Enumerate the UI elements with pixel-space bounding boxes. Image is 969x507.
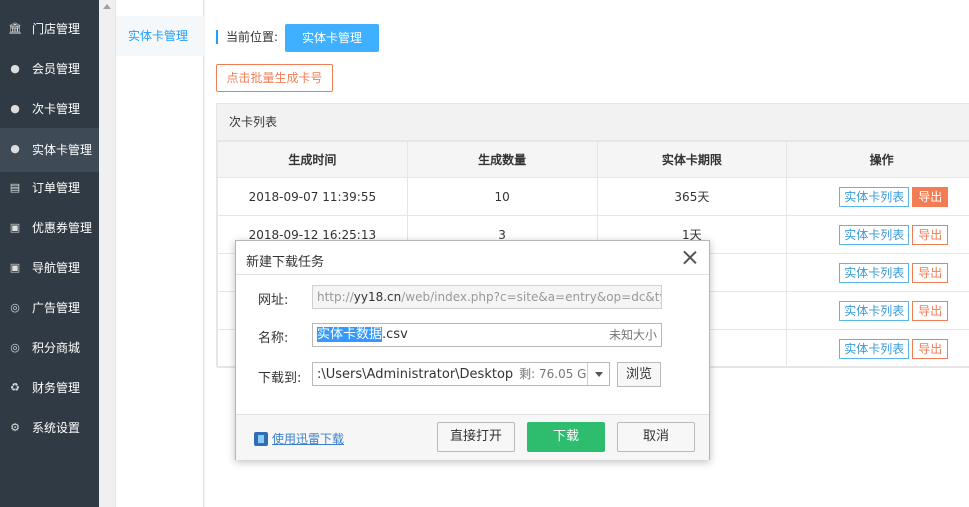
- column-header: 操作: [786, 141, 969, 178]
- breadcrumb: 当前位置:: [216, 30, 278, 44]
- thunder-label: 使用迅雷下载: [272, 432, 345, 446]
- free-space: 剩: 76.05 GB: [519, 367, 595, 381]
- download-dialog: 新建下载任务 网址: http://yy18.cn/web/index.php?…: [235, 240, 710, 460]
- cell-ops: 实体卡列表 导出: [786, 253, 969, 292]
- sidebar-item-label: 次卡管理: [32, 102, 81, 116]
- user-icon: ●: [10, 62, 20, 75]
- browse-button[interactable]: 浏览: [617, 362, 661, 387]
- user-icon: ●: [10, 142, 20, 155]
- export-button[interactable]: 导出: [912, 224, 949, 245]
- coupon-icon: ▣: [9, 261, 21, 274]
- sidebar-item-points-mall[interactable]: ◎ 积分商城: [0, 332, 99, 372]
- breadcrumb-label: 当前位置:: [226, 30, 279, 44]
- download-button[interactable]: 下载: [527, 422, 605, 452]
- thunder-icon: [254, 431, 268, 446]
- coupon-icon: ▣: [9, 221, 21, 234]
- sidebar-item-label: 会员管理: [32, 62, 81, 76]
- file-size: 未知大小: [608, 328, 657, 342]
- sidebar-item-settings[interactable]: ⚙ 系统设置: [0, 412, 99, 452]
- sidebar-item-label: 系统设置: [32, 421, 81, 435]
- sidebar-item-orders[interactable]: ▤ 订单管理: [0, 172, 99, 212]
- dialog-footer: 使用迅雷下载 直接打开 下载 取消: [236, 414, 709, 460]
- sidebar-item-store[interactable]: 🏛 门店管理: [0, 8, 99, 48]
- chevron-down-icon[interactable]: [587, 363, 609, 385]
- sidebar-item-ads[interactable]: ◎ 广告管理: [0, 292, 99, 332]
- filename-input[interactable]: 实体卡数据.csv 未知大小: [312, 323, 662, 347]
- dialog-title: 新建下载任务: [246, 255, 325, 270]
- sidebar-item-navigation[interactable]: ▣ 导航管理: [0, 252, 99, 292]
- sidebar-item-label: 优惠券管理: [32, 221, 93, 235]
- sidebar-item-label: 财务管理: [32, 381, 81, 395]
- sidebar-item-member[interactable]: ● 会员管理: [0, 48, 99, 88]
- vertical-scrollbar[interactable]: [99, 0, 116, 507]
- sidebar-item-label: 订单管理: [32, 181, 81, 195]
- url-field[interactable]: http://yy18.cn/web/index.php?c=site&a=en…: [312, 285, 662, 309]
- panel-title: 次卡列表: [217, 104, 969, 141]
- globe-icon: ◎: [10, 341, 20, 354]
- cell-ops: 实体卡列表 导出: [786, 215, 969, 254]
- sidebar: 🏛 门店管理 ● 会员管理 ● 次卡管理 ● 实体卡管理 ▤ 订单管理 ▣ 优惠…: [0, 0, 99, 507]
- column-header: 实体卡期限: [596, 141, 788, 178]
- export-button[interactable]: 导出: [912, 338, 949, 359]
- cell-term: 365天: [596, 177, 788, 216]
- globe-icon: ◎: [10, 301, 20, 314]
- cancel-button[interactable]: 取消: [617, 422, 695, 452]
- scroll-up-icon[interactable]: [103, 4, 111, 9]
- url-domain: yy18.cn: [353, 290, 402, 304]
- submenu: 实体卡管理: [116, 0, 204, 507]
- table-header-row: 生成时间 生成数量 实体卡期限 操作: [217, 141, 969, 178]
- sidebar-item-finance[interactable]: ♻ 财务管理: [0, 372, 99, 412]
- sidebar-item-physical-card[interactable]: ● 实体卡管理: [0, 128, 99, 172]
- cell-ops: 实体卡列表 导出: [786, 329, 969, 368]
- name-label: 名称:: [258, 331, 289, 346]
- submenu-item-physical-card[interactable]: 实体卡管理: [116, 16, 204, 56]
- export-button[interactable]: 导出: [912, 300, 949, 321]
- recycle-icon: ♻: [10, 381, 20, 394]
- url-label: 网址:: [258, 293, 289, 308]
- card-list-button[interactable]: 实体卡列表: [839, 262, 910, 283]
- open-directly-button[interactable]: 直接打开: [437, 422, 515, 452]
- card-list-button[interactable]: 实体卡列表: [839, 186, 910, 207]
- cell-ops: 实体卡列表 导出: [786, 177, 969, 216]
- gear-icon: ⚙: [10, 421, 20, 434]
- column-header: 生成数量: [406, 141, 598, 178]
- card-list-button[interactable]: 实体卡列表: [839, 338, 910, 359]
- save-path-value: :\Users\Administrator\Desktop: [317, 367, 514, 382]
- card-list-button[interactable]: 实体卡列表: [839, 224, 910, 245]
- path-label: 下载到:: [258, 371, 302, 386]
- export-button[interactable]: 导出: [912, 262, 949, 283]
- sidebar-item-label: 门店管理: [32, 22, 81, 36]
- url-rest: /web/index.php?c=site&a=entry&op=dc&typ: [401, 290, 662, 304]
- table-row: 2018-09-07 11:39:55 10 365天 实体卡列表 导出: [217, 177, 969, 216]
- export-button[interactable]: 导出: [912, 186, 949, 207]
- save-path-select[interactable]: :\Users\Administrator\Desktop 剩: 76.05 GB: [312, 362, 610, 386]
- sidebar-item-coupons[interactable]: ▣ 优惠券管理: [0, 212, 99, 252]
- sidebar-item-label: 广告管理: [32, 301, 81, 315]
- thunder-download-link[interactable]: 使用迅雷下载: [254, 430, 344, 447]
- batch-generate-button[interactable]: 点击批量生成卡号: [216, 64, 333, 92]
- document-icon: ▤: [9, 181, 21, 194]
- sidebar-item-label: 实体卡管理: [32, 143, 93, 157]
- url-prefix: http://: [317, 290, 354, 304]
- filename-ext: .csv: [382, 327, 408, 342]
- filename-selected: 实体卡数据: [317, 327, 383, 342]
- card-list-button[interactable]: 实体卡列表: [839, 300, 910, 321]
- sidebar-item-times-card[interactable]: ● 次卡管理: [0, 88, 99, 128]
- divider: [236, 274, 709, 275]
- user-icon: ●: [10, 102, 20, 115]
- breadcrumb-current[interactable]: 实体卡管理: [285, 24, 379, 52]
- sidebar-item-label: 积分商城: [32, 341, 81, 355]
- sidebar-item-label: 导航管理: [32, 261, 81, 275]
- cell-ops: 实体卡列表 导出: [786, 291, 969, 330]
- column-header: 生成时间: [217, 141, 408, 178]
- cell-count: 10: [406, 177, 598, 216]
- cell-time: 2018-09-07 11:39:55: [217, 177, 408, 216]
- bank-icon: 🏛: [8, 22, 22, 35]
- close-icon[interactable]: [683, 250, 697, 264]
